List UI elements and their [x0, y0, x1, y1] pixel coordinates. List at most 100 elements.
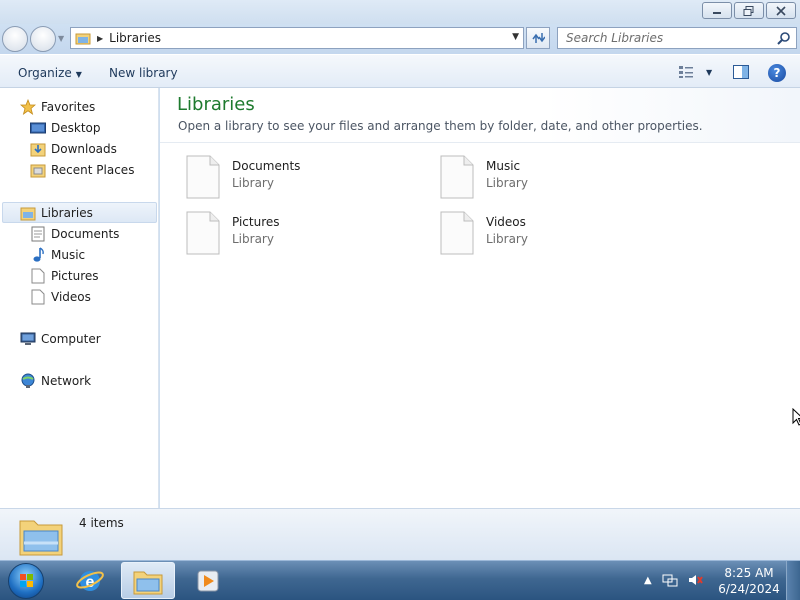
nav-pictures[interactable]: Pictures [30, 267, 99, 285]
network-icon [20, 373, 36, 389]
library-header: Libraries Open a library to see your fil… [160, 88, 800, 143]
clock-time: 8:25 AM [724, 566, 774, 580]
nav-recent-places-label: Recent Places [51, 163, 135, 177]
nav-music[interactable]: Music [30, 246, 85, 264]
nav-favorites[interactable]: Favorites [20, 98, 95, 116]
nav-libraries-label: Libraries [41, 206, 93, 220]
search-input[interactable]: Search Libraries [566, 31, 777, 45]
breadcrumb-arrow-icon[interactable]: ▶ [97, 34, 103, 43]
nav-documents-label: Documents [51, 227, 120, 241]
nav-videos-label: Videos [51, 290, 91, 304]
downloads-folder-icon [30, 141, 46, 157]
nav-documents[interactable]: Documents [30, 225, 119, 243]
mouse-cursor-icon [792, 408, 800, 426]
nav-recent-places[interactable]: Recent Places [30, 161, 134, 179]
window-controls [702, 2, 796, 19]
internet-explorer-icon: e [76, 570, 104, 591]
library-tile-music[interactable]: Music Library [440, 155, 528, 199]
breadcrumb-libraries[interactable]: Libraries [109, 31, 161, 45]
library-type: Library [232, 232, 274, 246]
libraries-folder-icon [75, 33, 91, 45]
libraries-large-icon [19, 520, 63, 556]
notification-area: ▲ [644, 573, 704, 587]
page-subtitle: Open a library to see your files and arr… [178, 119, 703, 133]
restore-button[interactable] [734, 2, 764, 19]
desktop-icon [30, 120, 46, 136]
taskbar-media-player[interactable] [181, 562, 235, 599]
address-bar[interactable]: ▶ Libraries ▼ [70, 27, 524, 49]
nav-music-label: Music [51, 248, 86, 262]
library-tile-pictures[interactable]: Pictures Library [186, 211, 280, 255]
library-tile-documents[interactable]: Documents Library [186, 155, 300, 199]
item-count: 4 items [79, 516, 124, 530]
show-desktop-button[interactable] [786, 561, 800, 600]
recent-pages-dropdown[interactable]: ▼ [58, 34, 64, 43]
library-tile-videos[interactable]: Videos Library [440, 211, 528, 255]
nav-network-label: Network [41, 374, 92, 388]
address-row: ▼ ▶ Libraries ▼ Search Libraries [0, 24, 800, 54]
library-name: Documents [232, 159, 301, 173]
minimize-icon [713, 11, 721, 14]
library-type: Library [232, 176, 274, 190]
show-hidden-icons-icon[interactable]: ▲ [644, 575, 652, 586]
change-view-button[interactable]: ▼ [678, 65, 712, 79]
help-button[interactable]: ? [768, 64, 786, 82]
videos-icon [30, 289, 46, 305]
nav-computer[interactable]: Computer [20, 330, 101, 348]
details-pane: 4 items [0, 508, 800, 560]
windows-logo-icon [20, 574, 33, 587]
refresh-icon [532, 33, 545, 43]
preview-pane-button[interactable] [733, 65, 749, 82]
libraries-icon [20, 205, 36, 221]
nav-favorites-label: Favorites [41, 100, 96, 114]
system-clock[interactable]: 8:25 AM 6/24/2024 [718, 565, 780, 597]
library-type: Library [486, 232, 528, 246]
nav-libraries[interactable]: Libraries [20, 204, 93, 222]
nav-pictures-label: Pictures [51, 269, 99, 283]
library-name: Music [486, 159, 521, 173]
search-box[interactable]: Search Libraries [557, 27, 797, 49]
nav-desktop-label: Desktop [51, 121, 101, 135]
library-name: Pictures [232, 215, 280, 229]
music-icon [30, 247, 46, 263]
network-tray-icon[interactable] [662, 573, 678, 587]
nav-downloads[interactable]: Downloads [30, 140, 117, 158]
close-button[interactable] [766, 2, 796, 19]
restore-icon [743, 5, 754, 16]
chevron-down-icon: ▼ [75, 70, 82, 79]
preview-pane-icon [733, 65, 749, 79]
windows-explorer-icon [133, 571, 163, 594]
library-type: Library [486, 176, 528, 190]
back-button[interactable] [2, 26, 28, 52]
taskbar-internet-explorer[interactable]: e [63, 562, 117, 599]
forward-button[interactable] [30, 26, 56, 52]
new-library-button[interactable]: New library [109, 66, 178, 80]
minimize-button[interactable] [702, 2, 732, 19]
refresh-button[interactable] [526, 27, 550, 49]
taskbar: e ▲ 8:25 AM 6/24/2024 [0, 560, 800, 600]
clock-date: 6/24/2024 [718, 582, 780, 596]
nav-desktop[interactable]: Desktop [30, 119, 101, 137]
organize-label: Organize [18, 66, 72, 80]
documents-icon [30, 226, 46, 242]
navigation-pane: Favorites Desktop Downloads Recent Place… [0, 88, 159, 508]
command-bar: Organize ▼ New library ▼ ? [0, 54, 800, 88]
nav-computer-label: Computer [41, 332, 101, 346]
documents-library-icon [186, 155, 220, 199]
pictures-library-icon [186, 211, 220, 255]
window-titlebar[interactable] [0, 0, 800, 24]
address-dropdown-icon[interactable]: ▼ [512, 32, 519, 42]
pictures-icon [30, 268, 46, 284]
start-button[interactable] [8, 563, 44, 599]
organize-button[interactable]: Organize ▼ [18, 66, 82, 80]
search-icon[interactable] [777, 31, 791, 45]
library-name: Videos [486, 215, 526, 229]
music-library-icon [440, 155, 474, 199]
nav-network[interactable]: Network [20, 372, 91, 390]
page-title: Libraries [177, 94, 255, 115]
volume-muted-icon[interactable] [688, 573, 704, 587]
help-icon: ? [773, 66, 781, 80]
media-player-icon [197, 570, 219, 591]
taskbar-windows-explorer[interactable] [121, 562, 175, 599]
nav-videos[interactable]: Videos [30, 288, 91, 306]
